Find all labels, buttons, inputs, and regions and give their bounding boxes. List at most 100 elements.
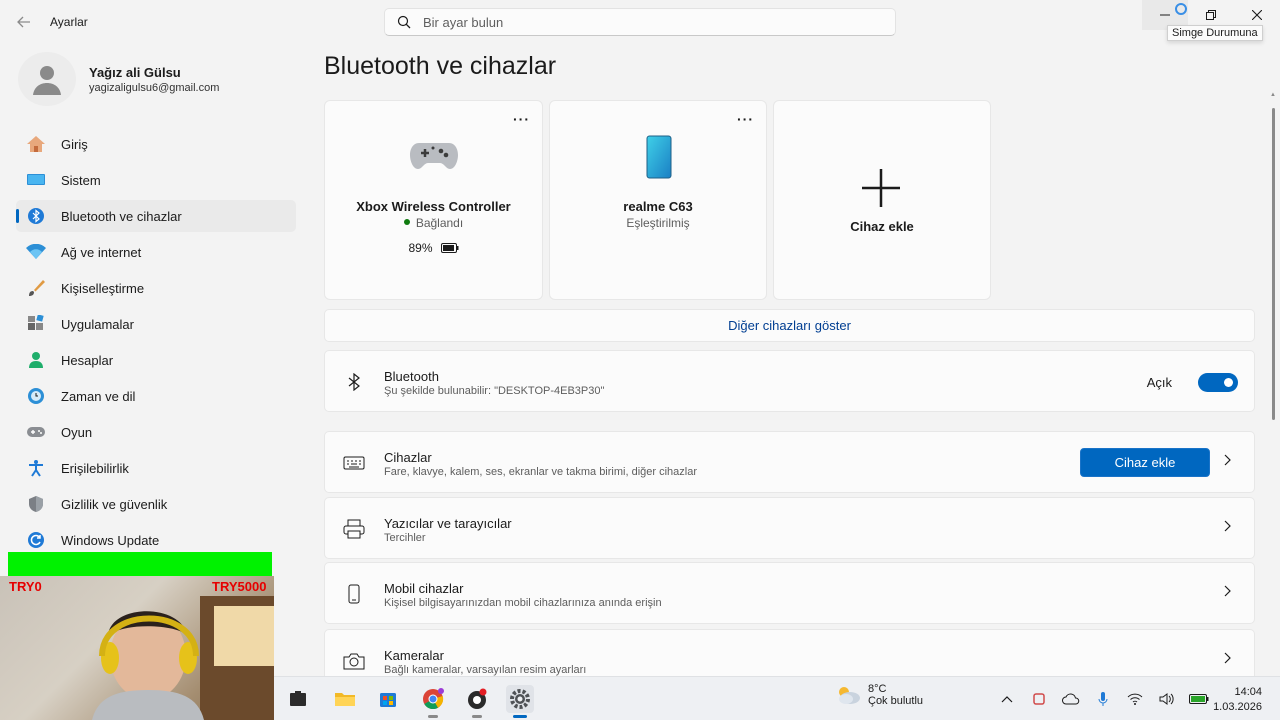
device-status: Eşleştirilmiş [626,216,690,230]
more-options-button[interactable]: ··· [513,111,530,127]
connected-dot-icon [403,219,410,225]
device-status: Bağlandı [325,216,542,230]
mobile-subtitle: Kişisel bilgisayarınızdan mobil cihazlar… [384,597,662,609]
running-indicator [472,715,482,718]
taskbar-app-chrome[interactable] [419,685,447,718]
sidebar-item-network[interactable]: Ağ ve internet [16,236,296,268]
sidebar-item-label: Kişiselleştirme [61,280,145,296]
monitor-icon [26,170,46,190]
sidebar-item-sistem[interactable]: Sistem [16,164,296,196]
device-status-text: Bağlandı [415,216,464,230]
taskbar-app-settings[interactable] [506,685,534,718]
bluetooth-toggle[interactable] [1198,373,1238,392]
printers-row[interactable]: Yazıcılar ve tarayıcılar Tercihler [324,497,1255,559]
tray-app-icon[interactable] [1028,689,1050,709]
mobile-devices-row[interactable]: Mobil cihazlar Kişisel bilgisayarınızdan… [324,562,1255,624]
sidebar-item-label: Sistem [61,172,101,188]
taskbar-app-obs[interactable] [463,685,491,718]
cameras-subtitle: Bağlı kameralar, varsayılan resim ayarla… [384,664,587,676]
gamepad-icon [26,422,46,442]
update-icon [26,530,46,550]
taskbar-app-store[interactable] [374,685,402,713]
media-app-icon [290,691,306,706]
plus-icon [862,169,900,207]
add-device-button[interactable]: Cihaz ekle [1080,448,1210,477]
weather-widget[interactable]: 8°C Çok bulutlu [834,683,923,707]
obs-icon [468,688,487,709]
cursor-indicator [1175,3,1187,15]
onedrive-cloud-icon[interactable] [1060,689,1082,709]
printers-title: Yazıcılar ve tarayıcılar [384,516,512,531]
sidebar-item-label: Hesaplar [61,352,114,368]
shield-icon [26,494,46,514]
sidebar-item-giris[interactable]: Giriş [16,128,296,160]
sidebar-item-label: Bluetooth ve cihazlar [61,208,182,224]
search-input[interactable] [423,14,863,30]
scroll-up-arrow-icon[interactable]: ▲ [1270,92,1276,98]
device-name: realme C63 [623,199,693,214]
active-indicator [513,715,527,718]
sidebar-item-personalization[interactable]: Kişiselleştirme [16,272,296,304]
sidebar-item-gaming[interactable]: Oyun [16,416,296,448]
device-card-realme[interactable]: ··· realme C63 Eşleştirilmiş [549,100,767,300]
sidebar-item-label: Windows Update [61,532,160,548]
scrollbar-thumb[interactable] [1272,108,1275,420]
battery-percent: 89% [408,241,433,255]
taskbar-app-media[interactable] [284,685,312,713]
gear-icon [510,689,530,709]
sidebar-item-accounts[interactable]: Hesaplar [16,344,296,376]
sidebar-item-time-language[interactable]: Zaman ve dil [16,380,296,412]
weather-temp: 8°C [868,683,887,695]
apps-icon [26,314,46,334]
back-arrow-icon [17,16,30,28]
cameras-title: Kameralar [384,648,444,663]
sidebar-item-privacy[interactable]: Gizlilik ve güvenlik [16,488,296,520]
avatar [18,52,76,106]
sidebar-nav: Giriş Sistem Bluetooth ve cihazlar Ağ ve… [16,128,296,560]
taskbar: 8°C Çok bulutlu 14:04 1.03.2026 [274,676,1280,720]
search-box[interactable] [384,8,896,36]
chevron-up-icon[interactable] [996,689,1018,709]
devices-row[interactable]: Cihazlar Fare, klavye, kalem, ses, ekran… [324,431,1255,493]
sidebar-item-apps[interactable]: Uygulamalar [16,308,296,340]
page-title: Bluetooth ve cihazlar [324,52,557,80]
add-device-card[interactable]: Cihaz ekle [773,100,991,300]
profile-name: Yağız ali Gülsu [89,64,181,80]
more-options-button[interactable]: ··· [737,111,754,127]
device-card-xbox[interactable]: ··· Xbox Wireless Controller Bağlandı 89… [324,100,543,300]
printer-icon [343,519,365,539]
sidebar-item-label: Giriş [61,136,88,152]
donation-goal-bar [8,552,272,576]
keyboard-icon [343,453,365,473]
bluetooth-icon [26,206,46,226]
bluetooth-subtitle: Şu şekilde bulunabilir: "DESKTOP-4EB3P30… [384,385,605,397]
weather-text: 8°C Çok bulutlu [868,683,923,707]
webcam-person-image [92,596,274,720]
chrome-icon [423,688,444,710]
app-title: Ayarlar [50,15,88,29]
accessibility-icon [26,458,46,478]
taskbar-clock[interactable]: 14:04 1.03.2026 [1213,685,1262,715]
microphone-icon[interactable] [1092,689,1114,709]
minimize-icon [1160,14,1170,16]
back-button[interactable] [12,10,36,34]
bluetooth-state-label: Açık [1146,375,1172,390]
add-device-label: Cihaz ekle [850,219,914,234]
show-more-devices-link[interactable]: Diğer cihazları göster [324,309,1255,342]
bluetooth-title: Bluetooth [384,369,439,384]
wifi-status-icon[interactable] [1124,689,1146,709]
sidebar-item-label: Erişilebilirlik [61,460,129,476]
globe-clock-icon [26,386,46,406]
bluetooth-row: Bluetooth Şu şekilde bulunabilir: "DESKT… [324,350,1255,412]
volume-icon[interactable] [1156,689,1178,709]
donation-min-label: TRY0 [9,579,42,594]
sidebar-item-label: Gizlilik ve güvenlik [61,496,168,512]
store-icon [380,693,396,707]
taskbar-app-explorer[interactable] [331,685,359,713]
sidebar-item-accessibility[interactable]: Erişilebilirlik [16,452,296,484]
sidebar-item-bluetooth[interactable]: Bluetooth ve cihazlar [16,200,296,232]
battery-charging-icon[interactable] [1188,689,1210,709]
user-profile[interactable]: Yağız ali Gülsu yagizaligulsu6@gmail.com [18,52,219,106]
search-icon [397,15,411,29]
wifi-icon [26,242,46,262]
